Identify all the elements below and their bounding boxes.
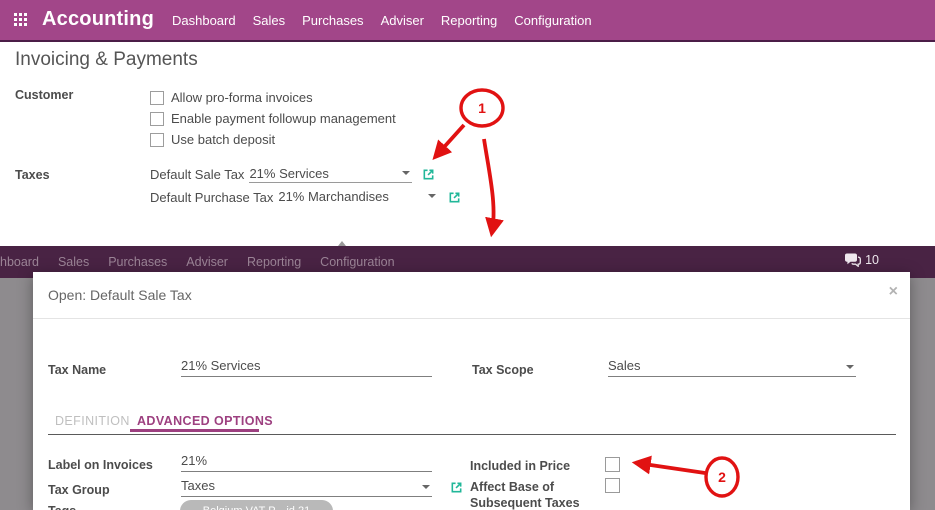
annotation-arrow-to-external-link [436, 125, 464, 156]
followup-label: Enable payment followup management [171, 111, 396, 126]
tax-name-value: 21% Services [181, 358, 260, 373]
bg-menu-reporting[interactable]: Reporting [247, 255, 301, 269]
tab-definition[interactable]: DEFINITION [55, 414, 130, 428]
option-batch-deposit: Use batch deposit [150, 129, 396, 150]
default-purchase-tax-row: Default Purchase Tax 21% Marchandises [150, 189, 461, 205]
label-on-invoices-input[interactable]: 21% [181, 453, 432, 472]
default-sale-tax-row: Default Sale Tax 21% Services [150, 166, 435, 183]
chevron-down-icon[interactable] [846, 365, 854, 373]
bg-menu-purchases[interactable]: Purchases [108, 255, 167, 269]
dialog-header-divider [33, 318, 910, 319]
followup-checkbox[interactable] [150, 112, 164, 126]
default-purchase-tax-select[interactable]: 21% Marchandises [278, 189, 438, 205]
default-sale-tax-select[interactable]: 21% Services [249, 166, 412, 183]
customer-options: Allow pro-forma invoices Enable payment … [150, 87, 396, 150]
chevron-down-icon[interactable] [428, 194, 436, 202]
page-title: Invoicing & Payments [15, 49, 198, 71]
dimmed-background-right [910, 278, 935, 510]
close-icon[interactable]: × [889, 284, 898, 300]
tax-scope-value: Sales [608, 358, 641, 373]
label-on-invoices-label: Label on Invoices [48, 457, 153, 473]
open-sale-tax-external-link-icon[interactable] [422, 168, 435, 181]
customer-section-label: Customer [15, 88, 73, 102]
default-sale-tax-value: 21% Services [249, 166, 328, 181]
included-in-price-label: Included in Price [470, 458, 595, 474]
chevron-down-icon[interactable] [402, 171, 410, 179]
taxes-section-label: Taxes [15, 168, 50, 182]
tax-group-value: Taxes [181, 478, 215, 493]
affect-base-label: Affect Base of Subsequent Taxes [470, 479, 585, 510]
chevron-down-icon[interactable] [422, 485, 430, 493]
menu-sales[interactable]: Sales [253, 13, 286, 28]
tax-group-select[interactable]: Taxes [181, 478, 432, 497]
bg-menu-adviser[interactable]: Adviser [186, 255, 228, 269]
menu-reporting[interactable]: Reporting [441, 13, 497, 28]
annotation-step-1: 1 [478, 100, 486, 116]
default-purchase-tax-label: Default Purchase Tax [150, 190, 273, 205]
label-on-invoices-value: 21% [181, 453, 207, 468]
menu-purchases[interactable]: Purchases [302, 13, 363, 28]
tax-name-input[interactable]: 21% Services [181, 358, 432, 377]
affect-base-checkbox[interactable] [605, 478, 620, 493]
main-navbar: Accounting Dashboard Sales Purchases Adv… [0, 0, 935, 42]
bg-menu-dashboard[interactable]: hboard [0, 255, 39, 269]
included-in-price-checkbox[interactable] [605, 457, 620, 472]
bg-menu-configuration[interactable]: Configuration [320, 255, 394, 269]
tax-scope-select[interactable]: Sales [608, 358, 856, 377]
open-purchase-tax-external-link-icon[interactable] [448, 191, 461, 204]
proforma-checkbox[interactable] [150, 91, 164, 105]
open-tax-group-external-link-icon[interactable] [450, 481, 463, 494]
default-sale-tax-label: Default Sale Tax [150, 167, 244, 182]
menu-adviser[interactable]: Adviser [381, 13, 424, 28]
proforma-label: Allow pro-forma invoices [171, 90, 313, 105]
app-title[interactable]: Accounting [42, 8, 154, 31]
batch-deposit-label: Use batch deposit [171, 132, 275, 147]
dimmed-background-left: rface - nnecto if files .ofx fo A paym c… [0, 278, 33, 510]
option-followup: Enable payment followup management [150, 108, 396, 129]
tax-name-label: Tax Name [48, 362, 106, 378]
tabs-divider [48, 434, 896, 435]
messages-indicator[interactable]: 10 [844, 253, 879, 267]
active-tab-underline [130, 429, 259, 432]
tags-label: Tags [48, 503, 76, 510]
tooltip-caret-icon [338, 237, 346, 246]
default-purchase-tax-value: 21% Marchandises [278, 189, 389, 204]
dialog-title: Open: Default Sale Tax [48, 287, 192, 303]
batch-deposit-checkbox[interactable] [150, 133, 164, 147]
apps-grid-icon[interactable] [14, 13, 29, 28]
chat-bubbles-icon [844, 253, 861, 267]
open-default-sale-tax-dialog: Open: Default Sale Tax × Tax Name 21% Se… [33, 272, 910, 510]
annotation-circle-1 [461, 90, 503, 126]
menu-dashboard[interactable]: Dashboard [172, 13, 236, 28]
tax-tag-pill[interactable]: Belgium VAT P... id 21 [180, 500, 333, 510]
main-menu: Dashboard Sales Purchases Adviser Report… [172, 0, 592, 40]
messages-count: 10 [865, 253, 879, 267]
screenshot-root: Accounting Dashboard Sales Purchases Adv… [0, 0, 935, 510]
tax-group-label: Tax Group [48, 482, 110, 498]
option-proforma: Allow pro-forma invoices [150, 87, 396, 108]
menu-configuration[interactable]: Configuration [514, 13, 591, 28]
bg-menu-sales[interactable]: Sales [58, 255, 89, 269]
tab-advanced-options[interactable]: ADVANCED OPTIONS [137, 414, 273, 428]
tax-scope-label: Tax Scope [472, 362, 534, 378]
annotation-arrow-to-dialog [484, 139, 494, 232]
